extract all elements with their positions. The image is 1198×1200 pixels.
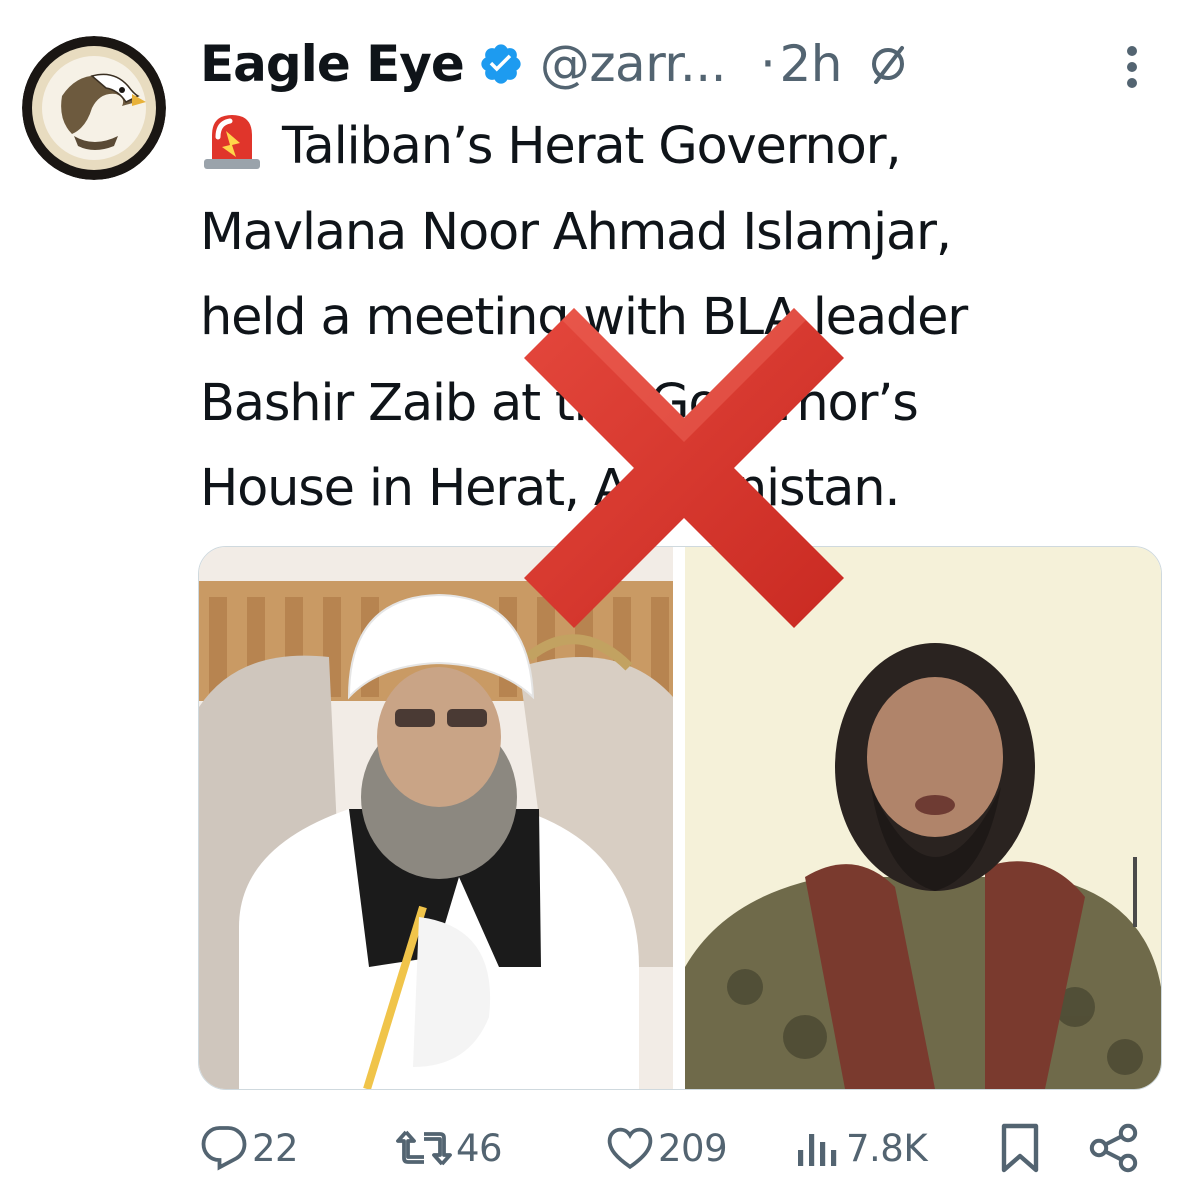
heart-icon <box>606 1124 654 1172</box>
separator-dot: · <box>760 35 776 93</box>
like-count: 209 <box>658 1126 728 1170</box>
grok-icon[interactable] <box>868 44 908 84</box>
avatar[interactable] <box>22 36 166 180</box>
verified-badge-icon <box>478 41 524 87</box>
share-icon <box>1088 1122 1140 1174</box>
share-button[interactable] <box>1088 1118 1140 1178</box>
repost-icon <box>396 1124 452 1172</box>
reply-icon <box>200 1124 248 1172</box>
bookmark-icon <box>1000 1122 1040 1174</box>
views-chart-icon <box>796 1124 842 1172</box>
reply-count: 22 <box>252 1126 299 1170</box>
reply-button[interactable]: 22 <box>200 1118 299 1178</box>
tweet[interactable]: Eagle Eye @zarr... · 2h Taliban’s Herat … <box>0 0 1198 1200</box>
tweet-text-line-1: Taliban’s Herat Governor, <box>282 117 902 176</box>
police-car-light-icon <box>200 109 264 171</box>
views-button[interactable]: 7.8K <box>796 1118 928 1178</box>
tweet-text-line-2: Mavlana Noor Ahmad Islamjar, <box>200 202 952 262</box>
tweet-header: Eagle Eye @zarr... · 2h <box>200 28 908 100</box>
repost-count: 46 <box>456 1126 503 1170</box>
bookmark-button[interactable] <box>1000 1118 1040 1178</box>
tweet-text-line: Taliban’s Herat Governor, <box>200 104 1180 190</box>
more-options-icon[interactable] <box>1120 44 1144 90</box>
red-x-mark <box>516 300 852 636</box>
views-count: 7.8K <box>846 1126 928 1170</box>
display-name[interactable]: Eagle Eye <box>200 35 465 93</box>
repost-button[interactable]: 46 <box>396 1118 503 1178</box>
action-bar: 22 46 209 7.8K <box>200 1118 1140 1178</box>
handle[interactable]: @zarr... <box>540 35 727 93</box>
timestamp[interactable]: 2h <box>779 35 842 93</box>
like-button[interactable]: 209 <box>606 1118 728 1178</box>
